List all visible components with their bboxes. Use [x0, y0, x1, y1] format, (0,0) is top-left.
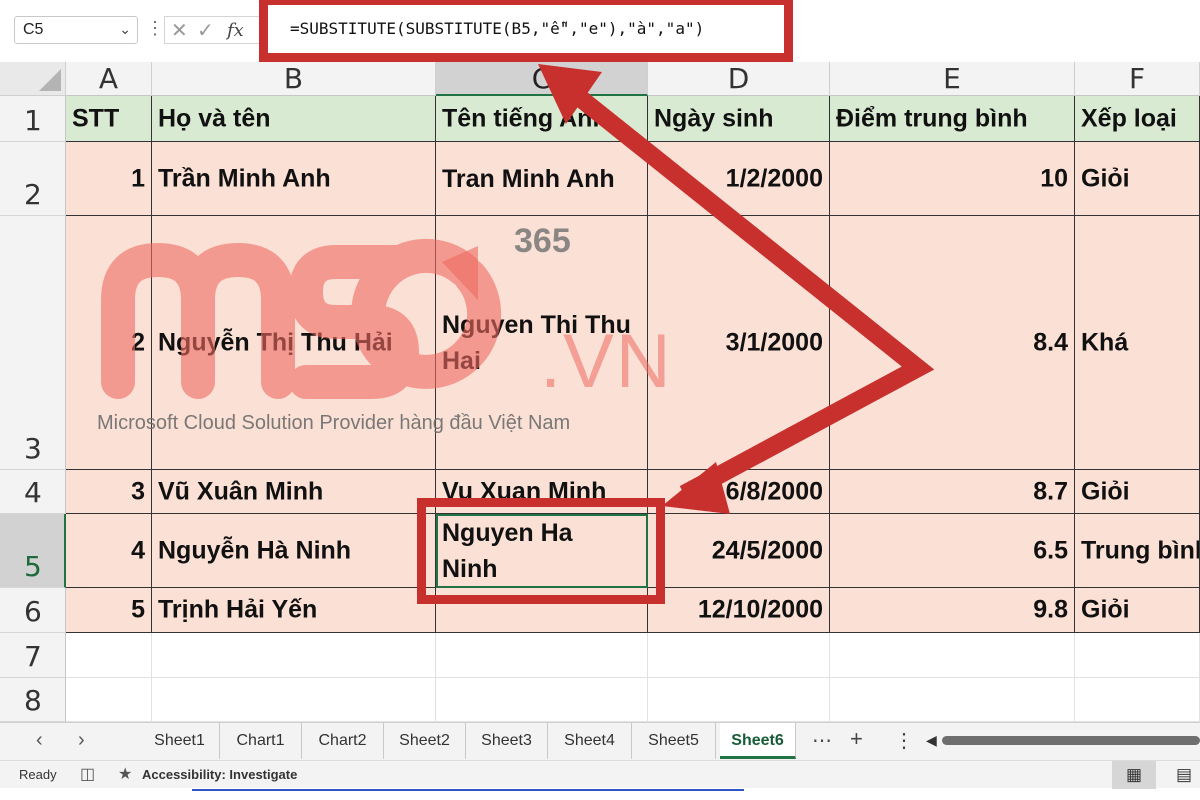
table-cell[interactable]: 16/8/2000 [648, 470, 830, 514]
header-cell-english-name[interactable]: Tên tiếng Anh [436, 96, 648, 142]
column-header-c[interactable]: C [436, 62, 648, 96]
empty-cell[interactable] [152, 633, 436, 678]
table-cell[interactable]: Trần Minh Anh [152, 142, 436, 216]
horizontal-scrollbar[interactable]: ◀ [926, 730, 1200, 750]
row-header-2[interactable]: 2 [0, 142, 66, 216]
empty-cell[interactable] [648, 678, 830, 722]
formula-bar-buttons: ✕ ✓ fx [164, 16, 260, 44]
header-cell-full-name[interactable]: Họ và tên [152, 96, 436, 142]
cancel-icon[interactable]: ✕ [171, 18, 188, 43]
more-options-icon[interactable]: ⋮ [146, 18, 164, 39]
table-cell[interactable]: Nguyen Thi Thu Hai [436, 216, 648, 470]
formula-bar: C5 ⌄ ⋮ ✕ ✓ fx =SUBSTITUTE(SUBSTITUTE(B5,… [0, 0, 1200, 62]
table-cell[interactable]: Nguyễn Thị Thu Hải [152, 216, 436, 470]
sheet-tab-sheet6[interactable]: Sheet6 [720, 723, 796, 759]
row-header-4[interactable]: 4 [0, 470, 66, 514]
column-header-e[interactable]: E [830, 62, 1075, 96]
add-sheet-icon[interactable]: + [850, 726, 863, 752]
table-cell[interactable]: Giỏi [1075, 142, 1200, 216]
enter-icon[interactable]: ✓ [197, 18, 214, 43]
header-cell-average-score[interactable]: Điểm trung bình [830, 96, 1075, 142]
sheet-tab-chart1[interactable]: Chart1 [220, 723, 302, 759]
status-bar: Ready ◫ ★ Accessibility: Investigate ▦ ▤ [0, 760, 1200, 789]
row-header-1[interactable]: 1 [0, 96, 66, 142]
row-header-6[interactable]: 6 [0, 588, 66, 633]
more-sheets-icon[interactable]: ⋯ [812, 728, 832, 753]
empty-cell[interactable] [1075, 633, 1200, 678]
table-cell[interactable]: 4 [66, 514, 152, 588]
table-cell[interactable]: 12/10/2000 [648, 588, 830, 633]
row-header-5[interactable]: 5 [0, 514, 66, 588]
tab-options-icon[interactable]: ⋮ [894, 728, 914, 753]
column-header-a[interactable]: A [66, 62, 152, 96]
chevron-right-icon[interactable]: › [78, 729, 85, 752]
formula-input[interactable]: =SUBSTITUTE(SUBSTITUTE(B5,"ễ","e"),"à","… [290, 19, 704, 38]
name-box[interactable]: C5 ⌄ [14, 16, 138, 44]
table-cell[interactable]: Trịnh Hải Yến [152, 588, 436, 633]
table-cell[interactable]: 24/5/2000 [648, 514, 830, 588]
table-cell[interactable]: 6.5 [830, 514, 1075, 588]
select-all-button[interactable] [0, 62, 66, 96]
annotation-highlight-box [417, 498, 665, 604]
formula-input-highlight[interactable]: =SUBSTITUTE(SUBSTITUTE(B5,"ễ","e"),"à","… [259, 0, 793, 62]
sheet-tab-sheet2[interactable]: Sheet2 [384, 723, 466, 759]
column-header-d[interactable]: D [648, 62, 830, 96]
row-header-8[interactable]: 8 [0, 678, 66, 722]
empty-cell[interactable] [830, 633, 1075, 678]
table-cell[interactable]: 8.7 [830, 470, 1075, 514]
sheet-tab-sheet5[interactable]: Sheet5 [632, 723, 716, 759]
table-cell[interactable]: Giỏi [1075, 470, 1200, 514]
table-cell[interactable]: Nguyễn Hà Ninh [152, 514, 436, 588]
taskbar-accent-line [192, 789, 744, 791]
empty-cell[interactable] [436, 678, 648, 722]
name-box-value: C5 [23, 21, 44, 38]
table-cell[interactable]: 9.8 [830, 588, 1075, 633]
sheet-tab-chart2[interactable]: Chart2 [302, 723, 384, 759]
scrollbar-thumb[interactable] [942, 736, 1200, 745]
accessibility-icon[interactable]: ★ [118, 764, 132, 784]
table-cell[interactable]: Vũ Xuân Minh [152, 470, 436, 514]
sheet-tab-sheet1[interactable]: Sheet1 [140, 723, 220, 759]
empty-cell[interactable] [1075, 678, 1200, 722]
chevron-down-icon[interactable]: ⌄ [119, 21, 131, 38]
chevron-left-icon[interactable]: ‹ [36, 729, 43, 752]
sheet-tab-sheet4[interactable]: Sheet4 [548, 723, 632, 759]
normal-view-icon[interactable]: ▦ [1112, 761, 1156, 789]
column-header-b[interactable]: B [152, 62, 436, 96]
table-cell[interactable]: 1/2/2000 [648, 142, 830, 216]
function-icon[interactable]: fx [227, 20, 244, 41]
empty-cell[interactable] [648, 633, 830, 678]
table-cell[interactable]: 1 [66, 142, 152, 216]
row-header-3[interactable]: 3 [0, 216, 66, 470]
accessibility-status[interactable]: Accessibility: Investigate [142, 767, 297, 782]
page-view-icon[interactable]: ▤ [1162, 761, 1200, 789]
table-cell[interactable]: Tran Minh Anh [436, 142, 648, 216]
table-cell[interactable]: 3/1/2000 [648, 216, 830, 470]
table-cell[interactable]: 10 [830, 142, 1075, 216]
empty-cell[interactable] [152, 678, 436, 722]
header-cell-rank[interactable]: Xếp loại [1075, 96, 1200, 142]
table-cell[interactable]: Khá [1075, 216, 1200, 470]
column-header-f[interactable]: F [1075, 62, 1200, 96]
scroll-left-icon[interactable]: ◀ [926, 732, 937, 749]
empty-cell[interactable] [830, 678, 1075, 722]
ready-status: Ready [19, 767, 57, 782]
table-cell[interactable]: 2 [66, 216, 152, 470]
excel-window: C5 ⌄ ⋮ ✕ ✓ fx =SUBSTITUTE(SUBSTITUTE(B5,… [0, 0, 1200, 800]
table-cell[interactable]: Giỏi [1075, 588, 1200, 633]
table-cell[interactable]: 5 [66, 588, 152, 633]
header-cell-birth-date[interactable]: Ngày sinh [648, 96, 830, 142]
empty-cell[interactable] [436, 633, 648, 678]
header-cell-stt[interactable]: STT [66, 96, 152, 142]
empty-cell[interactable] [66, 633, 152, 678]
empty-cell[interactable] [66, 678, 152, 722]
page-layout-icon[interactable]: ◫ [80, 764, 95, 784]
table-cell[interactable]: Trung bình [1075, 514, 1200, 588]
row-header-7[interactable]: 7 [0, 633, 66, 678]
table-cell[interactable]: 8.4 [830, 216, 1075, 470]
table-cell[interactable]: 3 [66, 470, 152, 514]
sheet-tab-sheet3[interactable]: Sheet3 [466, 723, 548, 759]
